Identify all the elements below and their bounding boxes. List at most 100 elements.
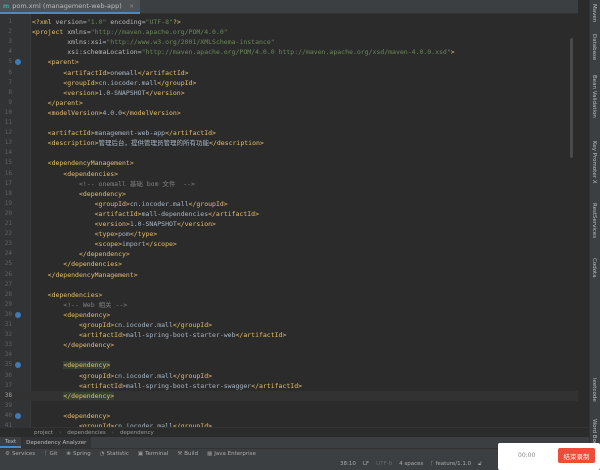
code-line[interactable]: 7 <groupId>cn.iocoder.mall</groupId> (0, 78, 578, 88)
code-line[interactable]: 29 <!-- Web 相关 --> (0, 300, 578, 310)
tool-window-database[interactable]: Database (591, 34, 597, 60)
code-line[interactable]: 4 xsi:schemaLocation="http://maven.apach… (0, 47, 578, 57)
code-token: </artifactId> (208, 209, 259, 218)
code-line[interactable]: 6 <artifactId>onemall</artifactId> (0, 68, 578, 78)
code-line[interactable]: 19 <groupId>cn.iocoder.mall</groupId> (0, 199, 578, 209)
git-branch[interactable]: ᚴ feature/1.1.0 (430, 461, 471, 468)
code-line[interactable]: 36 <groupId>cn.iocoder.mall</groupId> (0, 371, 578, 381)
code-text: <?xml version="1.0" encoding="UTF-8"?> (32, 17, 181, 27)
code-line[interactable]: 14 (0, 148, 578, 158)
toolbar-java-enterprise[interactable]: ▦ Java Enterprise (207, 451, 256, 457)
line-number: 7 (8, 78, 12, 86)
code-line[interactable]: 12 <artifactId>management-web-app</artif… (0, 128, 578, 138)
code-line[interactable]: 34 (0, 350, 578, 360)
code-line[interactable]: 25 </dependencies> (0, 259, 578, 269)
code-text: <artifactId>management-web-app</artifact… (32, 128, 216, 138)
code-text: </dependency> (32, 340, 114, 350)
code-line[interactable]: 31 <groupId>cn.iocoder.mall</groupId> (0, 320, 578, 330)
toolbar-services[interactable]: ⚙ Services (5, 451, 35, 457)
code-token: pom (118, 230, 130, 239)
code-token: </artifactId> (251, 381, 303, 390)
lock-icon[interactable]: 🔓︎ (478, 461, 482, 468)
tool-window-codota[interactable]: Codota (591, 258, 597, 278)
caret-position[interactable]: 38:10 (340, 461, 356, 468)
tool-window-leetcode[interactable]: leetcode (591, 378, 597, 402)
stop-recording-button[interactable]: 结束录制 (558, 448, 595, 463)
code-token: import (122, 240, 146, 249)
indent-setting[interactable]: 4 spaces (399, 461, 423, 468)
toolbar-label: Spring (73, 451, 91, 457)
code-line[interactable]: 28 <dependencies> (0, 290, 578, 300)
code-line[interactable]: 10 <modelVersion>4.0.0</modelVersion> (0, 108, 578, 118)
statistic-icon: ◔ (99, 451, 105, 457)
toolbar-terminal[interactable]: ▣ Terminal (138, 451, 168, 457)
code-line[interactable]: 1 <?xml version="1.0" encoding="UTF-8"?> (0, 17, 578, 27)
toolbar-git[interactable]: ᚴ Git (44, 451, 57, 457)
tool-window-bean-validation[interactable]: Bean Validation (591, 75, 597, 118)
code-token: </version> (176, 220, 216, 228)
code-token: </parent> (32, 98, 83, 107)
maven-dependency-gutter-icon[interactable] (15, 59, 21, 66)
code-line[interactable]: 26 </dependencyManagement> (0, 270, 578, 280)
code-line[interactable]: 3 xmlns:xsi="http://www.w3.org/2001/XMLS… (0, 37, 578, 47)
code-line[interactable]: 24 </dependency> (0, 249, 578, 259)
code-line[interactable]: 23 <scope>import</scope> (0, 239, 578, 249)
tool-window-restservices[interactable]: RestServices (591, 203, 597, 238)
code-line[interactable]: 9 </parent> (0, 98, 578, 108)
code-token: onemall (110, 68, 138, 77)
code-line[interactable]: 38 </dependency> (0, 390, 578, 401)
line-number: 40 (4, 411, 12, 419)
maven-dependency-gutter-icon[interactable] (15, 412, 21, 419)
toolbar-spring[interactable]: ❀ Spring (66, 451, 90, 457)
tab-text[interactable]: Text (0, 437, 22, 448)
line-number: 38 (4, 391, 12, 399)
toolbar-build[interactable]: ⚒ Build (177, 451, 198, 457)
code-line[interactable]: 5 <parent> (0, 57, 578, 67)
code-line[interactable]: 39 (0, 401, 578, 411)
tool-window-key-promoter-x[interactable]: Key Promoter X (591, 141, 597, 184)
breadcrumb-item[interactable]: dependencies (67, 430, 105, 436)
code-text: <groupId>cn.iocoder.mall</groupId> (32, 371, 212, 381)
scrollbar[interactable] (570, 38, 573, 158)
code-line[interactable]: 22 <type>pom</type> (0, 229, 578, 239)
breadcrumb-item[interactable]: project (34, 430, 53, 436)
tool-window-maven[interactable]: Maven (591, 4, 597, 22)
code-token: <scope> (32, 240, 123, 249)
code-line[interactable]: 18 <dependency> (0, 189, 578, 199)
code-line[interactable]: 37 <artifactId>mall-spring-boot-starter-… (0, 381, 578, 391)
code-line[interactable]: 40 <dependency> (0, 411, 578, 421)
code-line[interactable]: 8 <version>1.0-SNAPSHOT</version> (0, 88, 578, 98)
maven-dependency-gutter-icon[interactable] (15, 362, 21, 369)
code-token: cn.iocoder.mall (129, 199, 189, 208)
code-token: </dependency> (32, 341, 115, 350)
code-line[interactable]: 2 <project xmlns="http://maven.apache.org… (0, 27, 578, 37)
code-line[interactable]: 20 <artifactId>mall-dependencies</artifa… (0, 209, 578, 219)
editor-tab-pom-xml[interactable]: m pom.xml (management-web-app) × (0, 0, 141, 14)
file-encoding[interactable]: UTF-8 (376, 461, 392, 468)
code-text: <version>1.0-SNAPSHOT</version> (32, 88, 184, 98)
close-tab-icon[interactable]: × (129, 2, 134, 10)
line-separator[interactable]: LF (363, 461, 369, 468)
code-line[interactable]: 17 <!-- onemall 基础 bom 文件 --> (0, 179, 578, 189)
code-line[interactable]: 16 <dependencies> (0, 169, 578, 179)
maven-dependency-gutter-icon[interactable] (15, 311, 21, 318)
code-line[interactable]: 15 <dependencyManagement> (0, 158, 578, 168)
code-line[interactable]: 21 <version>1.0-SNAPSHOT</version> (0, 219, 578, 229)
toolbar-statistic[interactable]: ◔ Statistic (100, 451, 129, 457)
code-line[interactable]: 27 (0, 280, 578, 290)
code-line[interactable]: 35 <dependency> (0, 360, 578, 370)
code-token: 1.0-SNAPSHOT (129, 220, 177, 228)
breadcrumb-item[interactable]: dependency (120, 430, 154, 436)
code-line[interactable]: 13 <description>管理后台，提供管理员管理的所有功能</descr… (0, 138, 578, 148)
code-editor[interactable]: 1 <?xml version="1.0" encoding="UTF-8"?> 2… (0, 14, 578, 427)
code-line[interactable]: 33 </dependency> (0, 340, 578, 350)
code-token: </dependencies> (32, 260, 123, 269)
code-line[interactable]: 11 (0, 118, 578, 128)
line-number: 22 (4, 230, 12, 238)
code-line[interactable]: 30 <dependency> (0, 310, 578, 320)
code-line[interactable]: 32 <artifactId>mall-spring-boot-starter-… (0, 330, 578, 340)
line-number: 1 (8, 18, 12, 25)
tab-dependency-analyzer[interactable]: Dependency Analyzer (21, 437, 92, 448)
right-tool-window-bar: Maven Database Bean Validation Key Promoter… (589, 0, 600, 449)
line-number: 6 (8, 68, 12, 76)
